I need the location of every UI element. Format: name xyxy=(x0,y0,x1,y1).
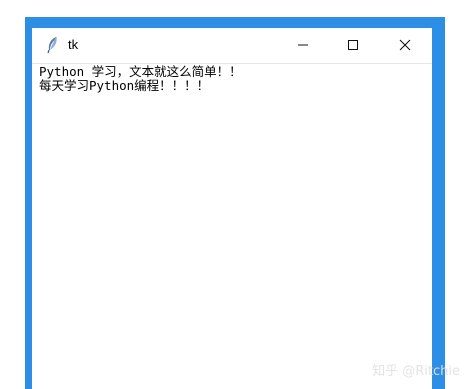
minimize-icon xyxy=(297,36,309,55)
text-line-2: 每天学习Python编程！！！！ xyxy=(39,78,210,93)
watermark: 知乎 @Ritchie xyxy=(372,364,460,379)
maximize-button[interactable] xyxy=(330,28,376,62)
close-button[interactable] xyxy=(382,28,428,62)
minimize-button[interactable] xyxy=(280,28,326,62)
text-widget[interactable]: Python 学习，文本就这么简单！！ 每天学习Python编程！！！！ xyxy=(32,64,432,389)
title-bar[interactable]: tk xyxy=(32,28,432,63)
tk-window: tk Python 学习，文本就这么简单！！ 每天学习Python编程！！！！ xyxy=(32,28,432,389)
window-title: tk xyxy=(68,37,79,52)
feather-icon xyxy=(45,36,61,54)
close-icon xyxy=(399,36,411,55)
desktop-background: tk Python 学习，文本就这么简单！！ 每天学习Python编程！！！！ … xyxy=(0,0,474,389)
text-line-1: Python 学习，文本就这么简单！！ xyxy=(39,64,242,79)
maximize-icon xyxy=(347,36,359,55)
